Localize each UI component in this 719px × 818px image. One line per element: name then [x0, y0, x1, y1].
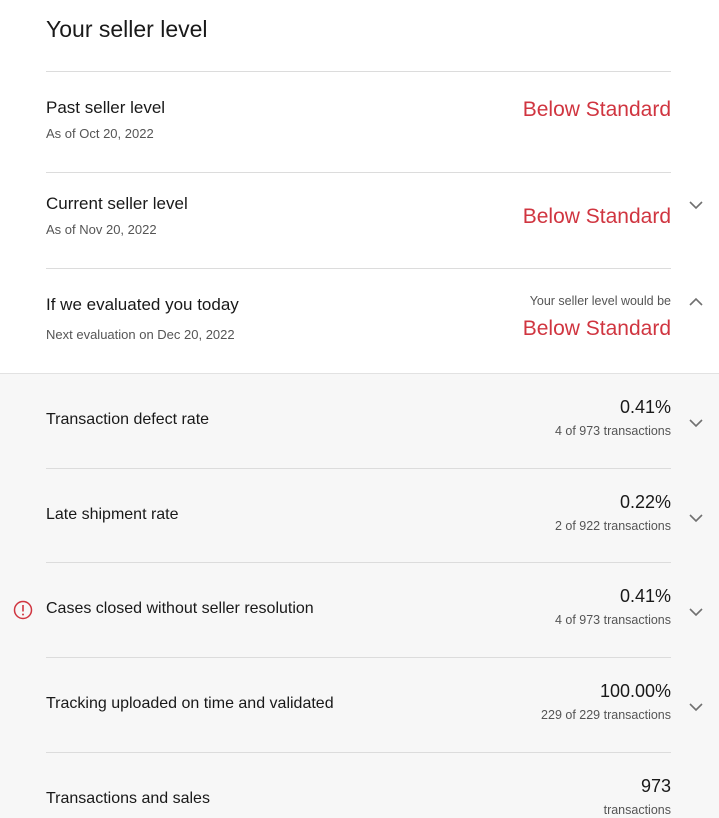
metric-value: 0.22%	[619, 492, 671, 512]
divider	[46, 562, 671, 563]
metric-value: 0.41%	[619, 397, 671, 417]
divider	[46, 172, 671, 173]
alert-circle-icon	[13, 600, 33, 620]
divider	[46, 752, 671, 753]
evaluated-today-title: If we evaluated you today	[46, 295, 239, 314]
current-level-title: Current seller level	[46, 194, 188, 213]
seller-level-page: Your seller level Past seller level As o…	[0, 0, 719, 818]
past-level-title: Past seller level	[46, 98, 166, 117]
metric-label: Late shipment rate	[46, 506, 179, 523]
divider	[46, 71, 671, 72]
metric-label: Cases closed without seller resolution	[46, 600, 314, 617]
metric-detail: transactions	[603, 803, 671, 817]
metric-detail: 2 of 922 transactions	[554, 519, 671, 533]
metric-detail: 4 of 973 transactions	[554, 424, 671, 438]
divider	[46, 657, 671, 658]
metric-label: Transactions and sales	[46, 790, 210, 807]
metric-label: Transaction defect rate	[46, 411, 210, 428]
metric-expand-chevron-down-icon[interactable]	[687, 698, 705, 716]
current-level-status: Below Standard	[522, 205, 671, 228]
metric-expand-chevron-down-icon[interactable]	[687, 414, 705, 432]
metric-expand-chevron-down-icon[interactable]	[687, 509, 705, 527]
evaluated-today-status: Below Standard	[522, 317, 671, 340]
metric-detail: 4 of 973 transactions	[554, 613, 671, 627]
divider	[46, 268, 671, 269]
next-evaluation-date: Next evaluation on Dec 20, 2022	[46, 327, 235, 342]
metric-detail: 229 of 229 transactions	[541, 708, 671, 722]
metric-value: 0.41%	[619, 586, 671, 606]
metric-value: 100.00%	[599, 681, 671, 701]
metric-label: Tracking uploaded on time and validated	[46, 695, 334, 712]
past-level-status: Below Standard	[522, 98, 671, 121]
page-title: Your seller level	[46, 16, 208, 42]
divider	[46, 468, 671, 469]
current-level-expand-chevron-down-icon[interactable]	[687, 196, 705, 214]
evaluated-today-collapse-chevron-up-icon[interactable]	[687, 293, 705, 311]
current-level-date: As of Nov 20, 2022	[46, 222, 157, 237]
metric-expand-chevron-down-icon[interactable]	[687, 603, 705, 621]
level-would-be-note: Your seller level would be	[529, 294, 671, 308]
metric-value: 973	[640, 776, 671, 796]
past-level-date: As of Oct 20, 2022	[46, 126, 154, 141]
